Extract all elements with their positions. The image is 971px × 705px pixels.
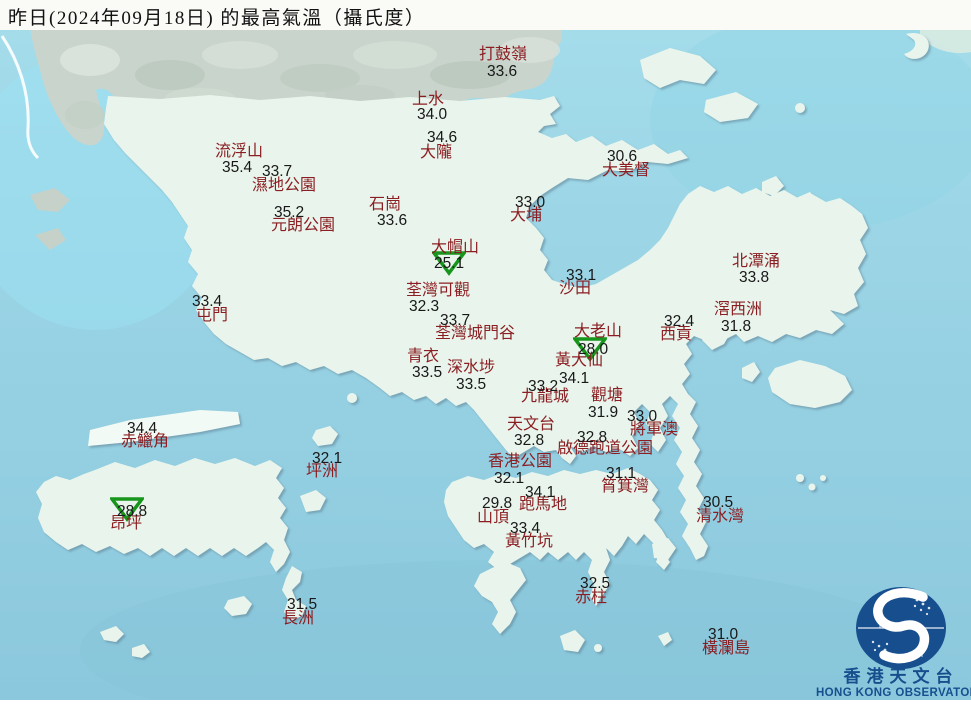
- station-name: 山頂: [477, 509, 510, 526]
- station-value: 28.8: [117, 503, 148, 520]
- station-value: 33.7: [262, 163, 293, 180]
- station-value: 33.8: [739, 269, 770, 286]
- station-name: 大美督: [602, 162, 651, 179]
- station-value: 33.1: [566, 267, 597, 284]
- station-value: 31.0: [708, 626, 739, 643]
- station-name: 滘西洲: [714, 301, 763, 318]
- station-value: 32.3: [409, 298, 440, 315]
- station-name: 大帽山: [431, 239, 480, 256]
- station-value: 33.4: [192, 293, 223, 310]
- station-name: 清水灣: [696, 508, 745, 525]
- station-value: 33.2: [528, 378, 559, 395]
- station-value: 33.7: [440, 312, 471, 329]
- station-value: 33.0: [515, 194, 546, 211]
- station-value: 32.4: [664, 313, 695, 330]
- station-value: 31.9: [588, 404, 619, 421]
- station-value: 31.8: [721, 318, 752, 335]
- station-name: 流浮山: [215, 143, 264, 160]
- station-name: 赤柱: [575, 589, 608, 606]
- title-bar: 昨日(2024年09月18日) 的最高氣溫（攝氏度）: [0, 0, 971, 30]
- station-name: 大隴: [420, 144, 453, 161]
- station-value: 32.1: [494, 470, 525, 487]
- station-name: 青衣: [407, 348, 440, 365]
- station-name: 橫瀾島: [702, 640, 751, 657]
- station-name: 大老山: [574, 323, 623, 340]
- station-name: 黃大仙: [555, 352, 604, 369]
- station-value: 32.8: [514, 432, 545, 449]
- station-name: 荃灣可觀: [406, 282, 471, 299]
- map-title: 昨日(2024年09月18日) 的最高氣溫（攝氏度）: [8, 8, 426, 29]
- station-value: 32.8: [577, 429, 608, 446]
- station-name: 石崗: [369, 196, 402, 213]
- station-value: 34.0: [417, 106, 448, 123]
- stations-layer: 打鼓嶺 33.6 上水 34.0 大隴 34.6 流浮山 35.4 濕地公園 33.7 元朗公園 35…: [0, 0, 971, 700]
- station-value: 33.6: [377, 212, 408, 229]
- station-name: 觀塘: [591, 387, 624, 404]
- station-value: 30.6: [607, 148, 638, 165]
- station-value: 33.5: [456, 376, 487, 393]
- station-name: 打鼓嶺: [479, 46, 528, 63]
- station-value: 35.2: [274, 204, 305, 221]
- station-name: 北潭涌: [732, 253, 781, 270]
- station-value: 32.5: [580, 575, 611, 592]
- station-value: 33.0: [627, 408, 658, 425]
- station-name: 天文台: [507, 416, 556, 433]
- station-name: 香港公園: [488, 453, 553, 470]
- station-value: 34.1: [525, 484, 556, 501]
- station-name: 濕地公園: [252, 177, 317, 194]
- station-name: 長洲: [282, 610, 315, 627]
- station-value: 34.4: [127, 420, 158, 437]
- station-value: 34.1: [559, 370, 590, 387]
- station-value: 33.6: [487, 63, 518, 80]
- station-value: 35.4: [222, 159, 253, 176]
- station-value: 33.4: [510, 520, 541, 537]
- station-value: 34.6: [427, 129, 458, 146]
- station-value: 25.1: [434, 255, 465, 272]
- station-value: 31.5: [287, 596, 318, 613]
- station-name: 深水埗: [447, 359, 496, 376]
- station-value: 31.1: [606, 465, 637, 482]
- weather-map: 香港天文台 HONG KONG OBSERVATORY 打鼓嶺 33.6 上水 34.…: [0, 0, 971, 705]
- station-value: 32.1: [312, 450, 343, 467]
- station-value: 33.5: [412, 364, 443, 381]
- station-name: 屯門: [196, 307, 229, 324]
- station-value: 29.8: [482, 495, 513, 512]
- station-value: 30.5: [703, 494, 734, 511]
